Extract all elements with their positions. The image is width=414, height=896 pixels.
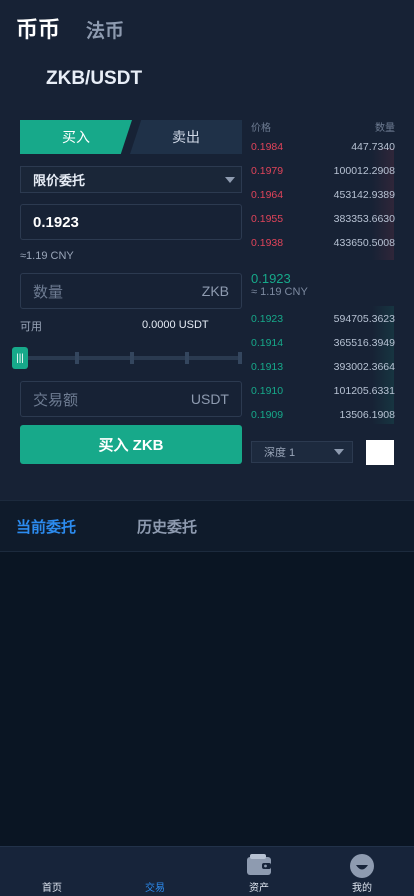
- trading-pair[interactable]: ZKB/USDT: [46, 68, 142, 90]
- nav-item-trade[interactable]: 交易: [115, 847, 195, 896]
- ask-price: 0.1984: [251, 141, 284, 153]
- available-label: 可用: [20, 321, 42, 333]
- percent-slider[interactable]: |||: [12, 347, 242, 371]
- bid-row[interactable]: 0.1913 393002.3664: [251, 361, 395, 373]
- profile-icon: [350, 854, 374, 878]
- last-price: 0.1923: [251, 271, 291, 286]
- slider-handle[interactable]: |||: [12, 347, 28, 369]
- quantity-placeholder: 数量: [33, 283, 64, 301]
- layout-toggle[interactable]: [366, 440, 394, 465]
- ask-qty: 453142.9389: [333, 189, 395, 201]
- sell-tab[interactable]: 卖出: [130, 120, 242, 154]
- bid-row[interactable]: 0.1909 13506.1908: [251, 409, 395, 421]
- depth-label: 深度 1: [264, 447, 296, 459]
- bid-price: 0.1914: [251, 337, 284, 349]
- ask-price: 0.1964: [251, 189, 284, 201]
- bid-price: 0.1913: [251, 361, 284, 373]
- chevron-down-icon: [225, 177, 235, 183]
- ask-qty: 447.7340: [351, 141, 395, 153]
- nav-item-profile[interactable]: 我的: [322, 847, 402, 896]
- bottom-nav: 首页 交易 资产 我的: [0, 846, 414, 896]
- ask-qty: 433650.5008: [333, 237, 395, 249]
- price-input[interactable]: 0.1923: [20, 204, 242, 240]
- bid-qty: 13506.1908: [339, 409, 395, 421]
- slider-tick[interactable]: [75, 352, 79, 364]
- bid-qty: 101205.6331: [333, 385, 395, 397]
- order-type-select[interactable]: 限价委托: [20, 166, 242, 193]
- chevron-down-icon: [334, 449, 344, 455]
- bid-row[interactable]: 0.1914 365516.3949: [251, 337, 395, 349]
- ask-row[interactable]: 0.1979 100012.2908: [251, 165, 395, 177]
- bid-row[interactable]: 0.1910 101205.6331: [251, 385, 395, 397]
- market-tabs: 币币 法币: [16, 12, 124, 44]
- nav-label: 首页: [42, 883, 62, 894]
- bid-price: 0.1923: [251, 313, 284, 325]
- ask-qty: 100012.2908: [333, 165, 395, 177]
- depth-select[interactable]: 深度 1: [251, 441, 353, 463]
- slider-tick[interactable]: [238, 352, 242, 364]
- tab-coin[interactable]: 币币: [16, 12, 60, 44]
- amount-placeholder: 交易额: [33, 391, 79, 409]
- trade-panel: 币币 法币 ZKB/USDT 买入 卖出 限价委托 0.1923 ≈1.19 C…: [0, 0, 414, 500]
- quantity-input[interactable]: 数量 ZKB: [20, 273, 242, 309]
- bid-qty: 594705.3623: [333, 313, 395, 325]
- last-price-cny: ≈ 1.19 CNY: [251, 286, 308, 298]
- buy-button[interactable]: 买入 ZKB: [20, 425, 242, 464]
- ask-price: 0.1938: [251, 237, 284, 249]
- bid-row[interactable]: 0.1923 594705.3623: [251, 313, 395, 325]
- price-header: 价格: [251, 123, 271, 134]
- nav-label: 交易: [145, 883, 165, 894]
- ask-price: 0.1955: [251, 213, 284, 225]
- price-value: 0.1923: [33, 213, 79, 231]
- amount-input[interactable]: 交易额 USDT: [20, 381, 242, 417]
- ask-row[interactable]: 0.1955 383353.6630: [251, 213, 395, 225]
- bid-price: 0.1910: [251, 385, 284, 397]
- order-tabs: 当前委托 历史委托: [0, 500, 414, 552]
- ask-qty: 383353.6630: [333, 213, 395, 225]
- quantity-unit: ZKB: [201, 283, 229, 299]
- bid-price: 0.1909: [251, 409, 284, 421]
- buy-tab[interactable]: 买入: [20, 120, 132, 154]
- bid-qty: 393002.3664: [333, 361, 395, 373]
- bid-qty: 365516.3949: [333, 337, 395, 349]
- nav-item-home[interactable]: 首页: [12, 847, 92, 896]
- nav-label: 我的: [352, 883, 372, 894]
- price-cny: ≈1.19 CNY: [20, 250, 74, 262]
- orderbook-header: 价格 数量: [251, 119, 395, 134]
- nav-label: 资产: [249, 883, 269, 894]
- tab-fiat[interactable]: 法币: [86, 16, 124, 43]
- tab-order-history[interactable]: 历史委托: [137, 516, 197, 537]
- ask-price: 0.1979: [251, 165, 284, 177]
- order-type-label: 限价委托: [33, 173, 86, 188]
- ask-row[interactable]: 0.1938 433650.5008: [251, 237, 395, 249]
- buy-sell-toggle: 买入 卖出: [20, 120, 242, 154]
- slider-tick[interactable]: [130, 352, 134, 364]
- ask-row[interactable]: 0.1964 453142.9389: [251, 189, 395, 201]
- tab-current-orders[interactable]: 当前委托: [16, 516, 76, 537]
- qty-header: 数量: [375, 123, 395, 134]
- nav-item-assets[interactable]: 资产: [219, 847, 299, 896]
- wallet-icon: [247, 854, 271, 875]
- slider-tick[interactable]: [185, 352, 189, 364]
- ask-row[interactable]: 0.1984 447.7340: [251, 141, 395, 153]
- available-value: 0.0000 USDT: [142, 319, 209, 331]
- amount-unit: USDT: [190, 391, 229, 407]
